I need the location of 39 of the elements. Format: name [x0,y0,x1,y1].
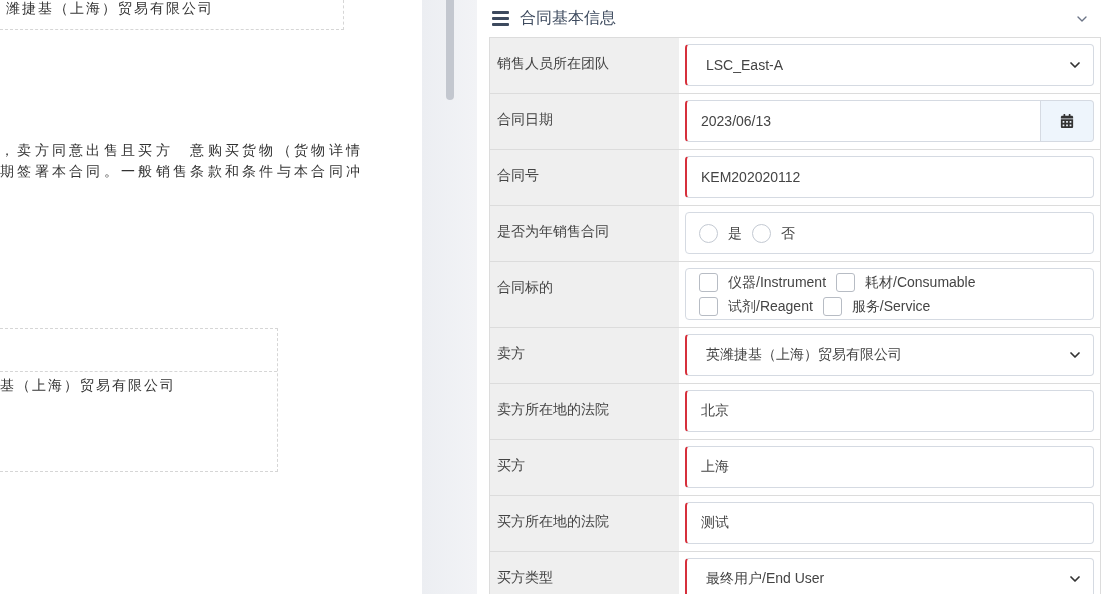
text-input[interactable]: 测试 [685,502,1094,544]
radio-option[interactable]: 是 [699,222,742,244]
checkbox[interactable] [822,296,842,316]
paragraph-line: ，卖方同意出售且买方 意购买货物（货物详情 [0,141,365,159]
company-name: 潍捷基（上海）贸易有限公司 [6,0,214,16]
text-input[interactable]: 北京 [685,390,1094,432]
checkbox[interactable] [699,272,718,292]
field-label: 买方 [490,440,679,495]
menu-icon[interactable] [492,11,509,26]
field-label: 合同号 [490,150,679,205]
scrollbar-thumb[interactable] [446,0,454,100]
checkbox[interactable] [836,272,856,292]
checkbox-option[interactable]: 试剂/Reagent [699,295,813,317]
section-title: 合同基本信息 [520,8,617,28]
field-label: 合同标的 [490,262,679,327]
checkbox-option[interactable]: 服务/Service [822,295,931,317]
field-label: 买方类型 [490,552,679,594]
checkbox-option[interactable]: 仪器/Instrument [699,271,827,293]
date-input[interactable]: 2023/06/13 [685,100,1041,142]
radio-circle-icon[interactable] [699,223,718,243]
text-input[interactable]: 上海 [685,446,1094,488]
field-label: 卖方 [490,328,679,383]
company-name: 基（上海）贸易有限公司 [0,377,176,393]
radio-option[interactable]: 否 [752,222,795,244]
calendar-button[interactable] [1041,100,1094,142]
radio-circle-icon[interactable] [752,223,771,243]
field-label: 合同日期 [490,94,679,149]
text-input[interactable]: KEM202020112 [685,156,1094,198]
paragraph-line: 期签署本合同。一般销售条款和条件与本合同冲 [0,162,365,180]
field-label: 卖方所在地的法院 [490,384,679,439]
field-label: 买方所在地的法院 [490,496,679,551]
field-label: 是否为年销售合同 [490,206,679,261]
select-field[interactable]: 最终用户/End User [685,558,1094,594]
select-field[interactable]: LSC_East-A [685,44,1094,86]
checkbox[interactable] [699,296,718,316]
calendar-icon [1060,114,1074,128]
checkbox-option[interactable]: 耗材/Consumable [836,271,976,293]
field-label: 销售人员所在团队 [490,38,679,93]
select-field[interactable]: 英潍捷基（上海）贸易有限公司 [685,334,1094,376]
